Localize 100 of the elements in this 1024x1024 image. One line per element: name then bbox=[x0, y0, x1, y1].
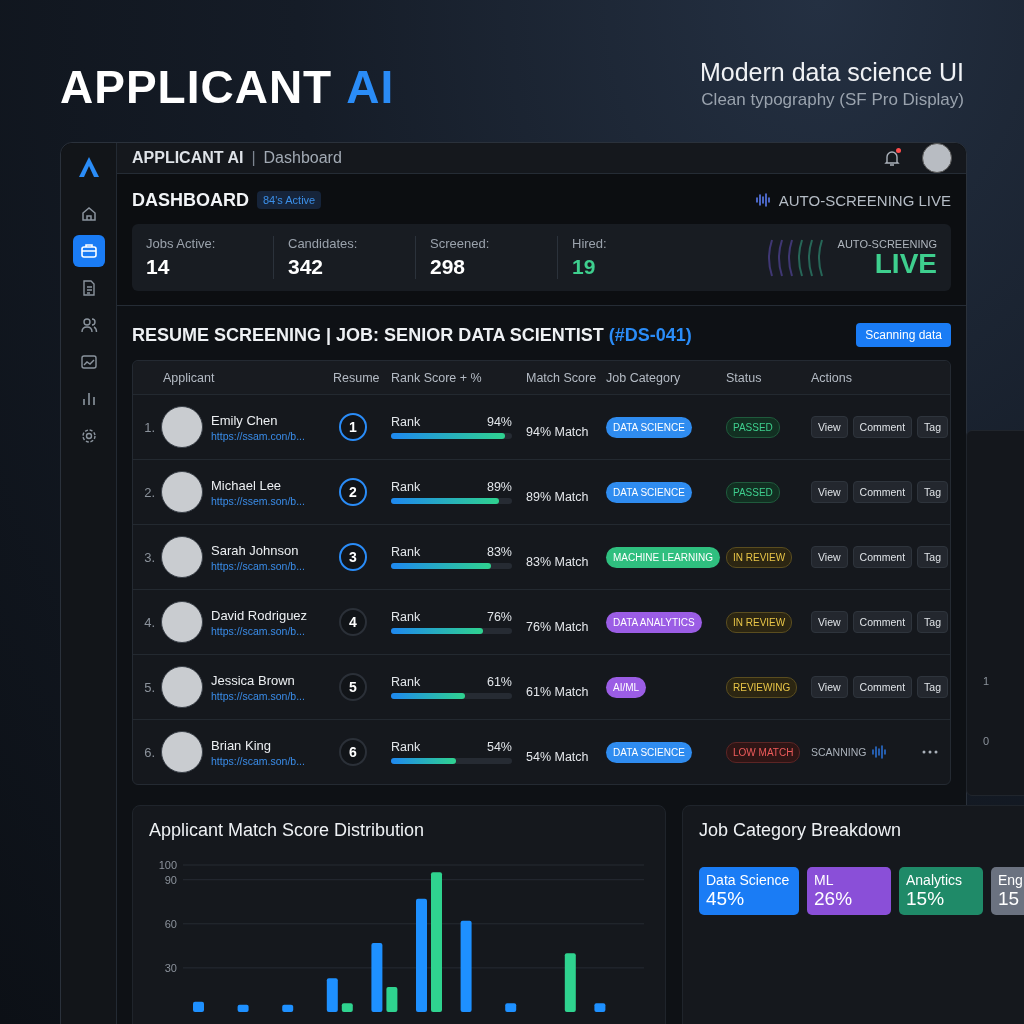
action-button[interactable]: Comment bbox=[852, 611, 913, 633]
category-tag: DATA SCIENCE bbox=[606, 481, 692, 503]
axis-label: 100 bbox=[158, 859, 177, 871]
stat-label: Jobs Active: bbox=[146, 236, 217, 251]
action-button[interactable]: View bbox=[811, 481, 848, 503]
resume-link[interactable]: https://ssem.son/b... bbox=[211, 494, 305, 507]
subtitle: Modern data science UI bbox=[699, 58, 964, 87]
column-header: Status bbox=[726, 370, 763, 385]
image-icon[interactable] bbox=[79, 353, 98, 371]
resume-link[interactable]: https://scam.son/b... bbox=[211, 689, 305, 702]
action-button[interactable]: View bbox=[811, 416, 848, 438]
rank-label: Rank bbox=[391, 545, 421, 559]
match-score: 76% Match bbox=[526, 620, 590, 634]
status-badge: REVIEWING bbox=[726, 676, 798, 698]
separator: | bbox=[251, 149, 256, 167]
category-tag: DATA SCIENCE bbox=[606, 741, 692, 763]
chart-bar bbox=[386, 987, 398, 1012]
stat-value: 342 bbox=[288, 255, 325, 279]
rank-label: Rank bbox=[391, 480, 421, 494]
action-button[interactable]: View bbox=[811, 546, 848, 568]
action-button[interactable]: Tag bbox=[917, 611, 949, 633]
scanning-label: SCANNING bbox=[811, 746, 867, 758]
active-badge: 84's Active bbox=[257, 191, 322, 209]
stat-value: 298 bbox=[430, 255, 467, 279]
waveform-icon bbox=[754, 192, 771, 208]
rank-percent: 94% bbox=[486, 415, 512, 429]
action-button[interactable]: Comment bbox=[852, 416, 913, 438]
live-status: LIVE bbox=[874, 249, 937, 278]
avatar bbox=[161, 406, 203, 448]
action-button[interactable]: Comment bbox=[852, 676, 913, 698]
column-header: Applicant bbox=[162, 370, 216, 385]
category-tile: Data Science 45% bbox=[699, 867, 799, 915]
resume-link[interactable]: https://scam.son/b... bbox=[211, 754, 305, 767]
chart-bar bbox=[371, 942, 383, 1012]
chart-bar bbox=[505, 1003, 517, 1012]
avatar bbox=[161, 536, 203, 578]
brand-title: APPLICANT bbox=[60, 60, 333, 114]
rank-percent: 76% bbox=[486, 610, 512, 624]
status-badge: PASSED bbox=[726, 481, 780, 503]
bell-icon[interactable] bbox=[882, 148, 902, 168]
applicant-name: Brian King bbox=[211, 737, 272, 753]
live-label: AUTO-SCREENING LIVE bbox=[778, 191, 951, 209]
match-score: 94% Match bbox=[526, 425, 590, 439]
card-title: Job Category Breakdown bbox=[699, 820, 903, 841]
resume-number[interactable]: 4 bbox=[339, 608, 367, 636]
applicant-name: Emily Chen bbox=[211, 412, 279, 428]
action-button[interactable]: Tag bbox=[917, 481, 949, 503]
avatar[interactable] bbox=[922, 143, 952, 173]
category-tag: DATA ANALYTICS bbox=[606, 611, 702, 633]
users-icon[interactable] bbox=[79, 316, 98, 334]
applicant-name: Michael Lee bbox=[211, 477, 283, 493]
action-button[interactable]: Comment bbox=[852, 546, 913, 568]
rank-percent: 54% bbox=[486, 740, 512, 754]
resume-link[interactable]: https://ssam.con/b... bbox=[211, 429, 305, 442]
axis-label: 60 bbox=[164, 917, 177, 930]
resume-number[interactable]: 6 bbox=[339, 738, 367, 766]
status-badge: LOW MATCH bbox=[726, 741, 801, 763]
action-button[interactable]: Tag bbox=[917, 546, 949, 568]
status-badge: IN REVIEW bbox=[726, 611, 793, 633]
column-header: Rank Score + % bbox=[391, 370, 483, 385]
resume-link[interactable]: https://scam.son/b... bbox=[211, 559, 305, 572]
row-number: 1. bbox=[143, 419, 156, 435]
chart-bar bbox=[564, 953, 576, 1012]
stat-value: 19 bbox=[572, 255, 597, 279]
applicant-name: David Rodriguez bbox=[211, 607, 308, 623]
chart-bar bbox=[594, 1003, 606, 1012]
settings-icon[interactable] bbox=[79, 427, 98, 445]
home-icon[interactable] bbox=[79, 205, 98, 223]
brand-accent: AI bbox=[346, 60, 395, 114]
resume-number[interactable]: 2 bbox=[339, 478, 367, 506]
action-button[interactable]: Comment bbox=[852, 481, 913, 503]
waveform-icon bbox=[871, 744, 888, 760]
briefcase-icon[interactable] bbox=[79, 242, 98, 260]
action-button[interactable]: View bbox=[811, 611, 848, 633]
sidebar-item[interactable] bbox=[72, 235, 105, 267]
column-header: Resume bbox=[333, 370, 381, 385]
column-header: Job Category bbox=[606, 370, 682, 385]
row-number: 5. bbox=[143, 679, 156, 695]
app-name: APPLICANT AI bbox=[132, 149, 244, 167]
rank-label: Rank bbox=[391, 415, 421, 429]
row-number: 2. bbox=[143, 484, 156, 500]
category-tag: AI/ML bbox=[606, 676, 647, 698]
action-button[interactable]: Tag bbox=[917, 676, 949, 698]
more-icon[interactable] bbox=[922, 750, 939, 754]
axis-label: 30 bbox=[164, 961, 177, 974]
chart-bar bbox=[193, 1001, 204, 1012]
stat-label: Hired: bbox=[572, 236, 608, 251]
screening-title: RESUME SCREENING | JOB: SENIOR DATA SCIENTIST (#DS-041) bbox=[132, 324, 692, 346]
resume-link[interactable]: https://scam.son/b... bbox=[211, 624, 308, 637]
avatar bbox=[161, 471, 203, 513]
resume-number[interactable]: 1 bbox=[339, 413, 367, 441]
action-button[interactable]: Tag bbox=[917, 416, 949, 438]
caption: Clean typography (SF Pro Display) bbox=[701, 90, 964, 110]
resume-number[interactable]: 5 bbox=[339, 673, 367, 701]
scanning-button[interactable]: Scanning data bbox=[856, 323, 951, 347]
axis-label: 90 bbox=[164, 873, 177, 886]
logo-icon bbox=[76, 155, 101, 179]
action-button[interactable]: View bbox=[811, 676, 848, 698]
avatar bbox=[161, 601, 203, 643]
resume-number[interactable]: 3 bbox=[339, 543, 367, 571]
